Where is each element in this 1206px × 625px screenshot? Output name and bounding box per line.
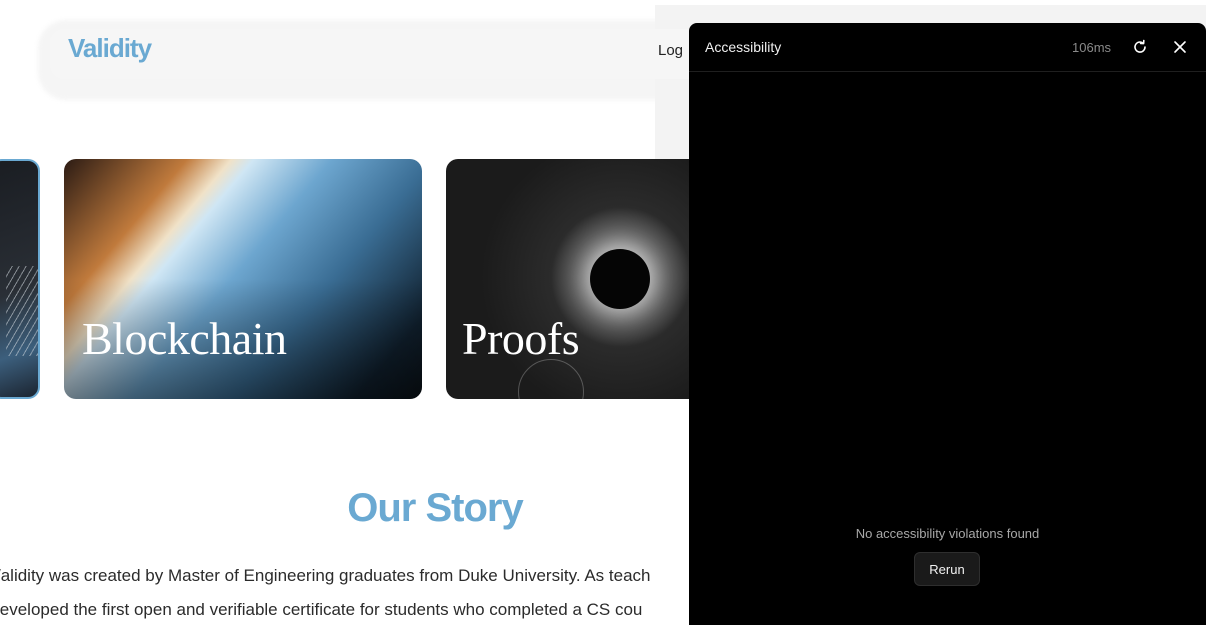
- empty-state-message: No accessibility violations found: [855, 526, 1040, 541]
- panel-header: Accessibility 106ms: [689, 23, 1206, 72]
- navbar: Validity Log: [50, 29, 710, 79]
- close-button[interactable]: [1168, 35, 1192, 59]
- story-paragraph-line: leveloped the first open and verifiable …: [0, 600, 643, 619]
- brand-logo[interactable]: Validity: [68, 33, 152, 64]
- story-paragraph-line: /alidity was created by Master of Engine…: [0, 566, 651, 585]
- card-label: Proofs: [462, 313, 580, 364]
- card-label: Blockchain: [82, 313, 287, 364]
- card-blockchain[interactable]: Blockchain: [64, 159, 422, 399]
- card-partial-left[interactable]: [0, 159, 40, 399]
- accessibility-panel: Accessibility 106ms No accessibility vio…: [689, 23, 1206, 625]
- rerun-button[interactable]: Rerun: [914, 552, 980, 586]
- ring-decoration: [518, 359, 584, 399]
- refresh-icon: [1134, 39, 1146, 53]
- card-artwork: [6, 266, 38, 356]
- card-proofs[interactable]: Proofs: [446, 159, 706, 399]
- close-icon: [1174, 41, 1186, 53]
- timing-readout: 106ms: [1072, 40, 1112, 55]
- refresh-button[interactable]: [1128, 35, 1152, 59]
- panel-title: Accessibility: [705, 39, 782, 55]
- eclipse-image: [590, 249, 650, 309]
- login-link[interactable]: Log: [658, 42, 683, 59]
